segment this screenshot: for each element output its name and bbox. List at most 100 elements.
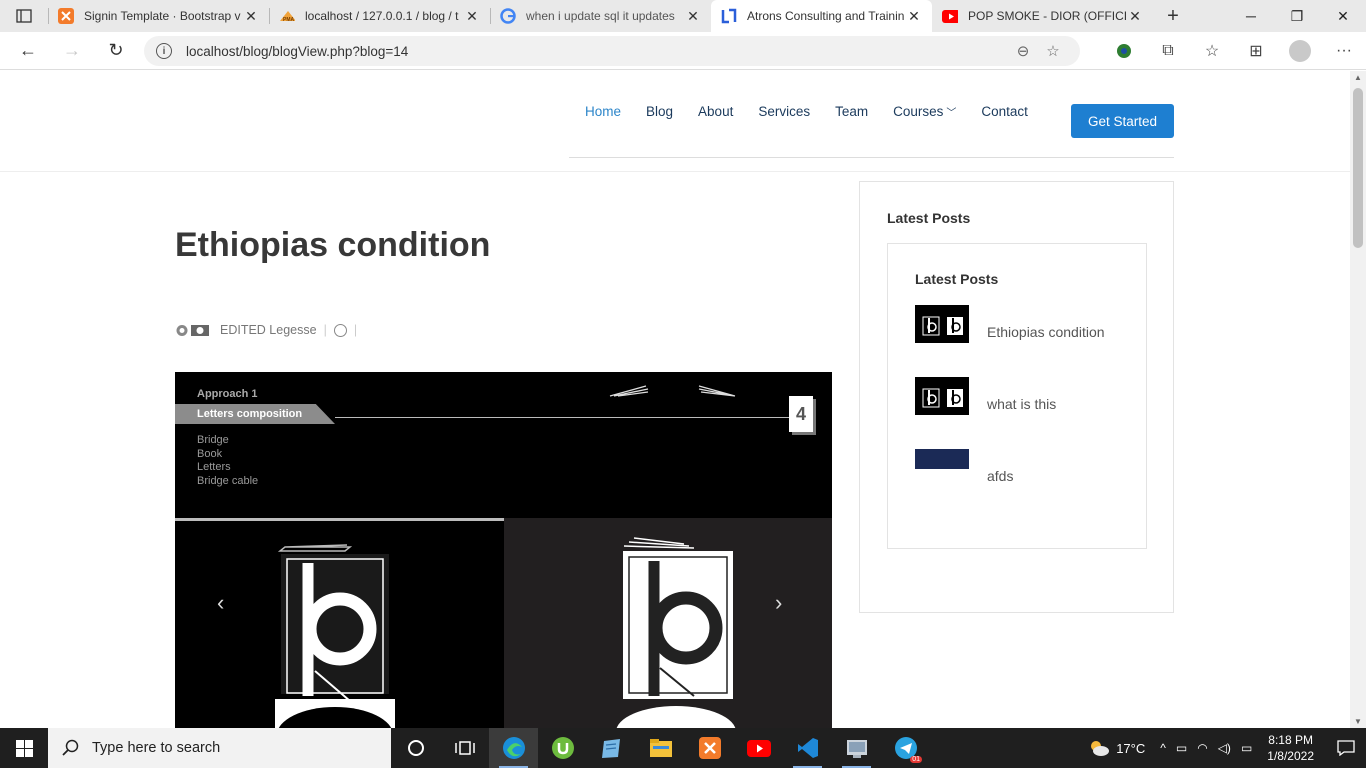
nav-courses[interactable]: Courses ﹀ — [893, 104, 956, 119]
tab-youtube[interactable]: POP SMOKE - DIOR (OFFICIA ✕ — [932, 0, 1153, 32]
utorrent-taskbar-icon[interactable] — [538, 728, 587, 768]
meet-now-icon[interactable]: ▭ — [1176, 741, 1187, 755]
favorites-icon[interactable]: ☆ — [1190, 41, 1234, 61]
xampp-taskbar-icon[interactable] — [685, 728, 734, 768]
tab-close-icon[interactable]: ✕ — [906, 8, 922, 25]
latest-posts-widget: Latest Posts Ethiopias condition what is… — [887, 243, 1147, 549]
widget-title: Latest Posts — [915, 271, 999, 287]
extensions-icon[interactable]: ⧉ — [1146, 42, 1190, 60]
extension-globe-icon[interactable] — [1102, 42, 1146, 60]
taskbar-search-box[interactable]: Type here to search — [48, 728, 391, 768]
tab-atrons-consulting[interactable]: Atrons Consulting and Trainin ✕ — [711, 0, 932, 32]
address-bar[interactable]: i localhost/blog/blogView.php?blog=14 ⊖ … — [144, 36, 1080, 66]
nav-services[interactable]: Services — [758, 104, 810, 119]
get-started-button[interactable]: Get Started — [1071, 104, 1174, 138]
scroll-up-icon[interactable]: ▲ — [1354, 73, 1362, 82]
svg-text:PMA: PMA — [283, 17, 295, 23]
tab-close-icon[interactable]: ✕ — [464, 8, 480, 25]
site-info-icon[interactable]: i — [156, 43, 172, 59]
phpmyadmin-icon: PMA — [279, 8, 295, 24]
hero-keyword: Letters — [197, 461, 231, 473]
cortana-icon[interactable] — [391, 728, 440, 768]
youtube-icon — [942, 8, 958, 24]
post-meta: EDITED Legesse | | — [176, 323, 364, 337]
hero-rule — [335, 417, 790, 418]
system-clock[interactable]: 8:18 PM 1/8/2022 — [1267, 732, 1314, 764]
latest-post-item[interactable]: Ethiopias condition — [915, 305, 1135, 343]
edge-taskbar-icon[interactable] — [489, 728, 538, 768]
hero-approach-label: Approach 1 — [197, 388, 258, 400]
refresh-button[interactable]: ↻ — [94, 32, 138, 70]
browser-tab-strip: Signin Template · Bootstrap v ✕ PMA loca… — [0, 0, 1366, 32]
latest-post-title[interactable]: afds — [987, 468, 1013, 484]
close-window-icon[interactable]: ✕ — [1320, 0, 1366, 32]
nav-contact[interactable]: Contact — [981, 104, 1028, 119]
file-explorer-taskbar-icon[interactable] — [636, 728, 685, 768]
latest-post-item[interactable]: what is this — [915, 377, 1135, 415]
collections-icon[interactable]: ⊞ — [1234, 41, 1278, 61]
more-menu-icon[interactable]: ··· — [1322, 42, 1366, 60]
wifi-icon[interactable]: ◠ — [1197, 741, 1207, 755]
xampp-icon — [58, 8, 74, 24]
latest-post-item[interactable]: afds — [915, 449, 1135, 487]
post-thumbnail — [915, 449, 969, 469]
page-scrollbar[interactable]: ▲ ▼ — [1350, 71, 1366, 728]
meta-divider: | — [353, 323, 358, 337]
volume-icon[interactable]: ◁) — [1218, 741, 1231, 755]
zoom-icon[interactable]: ⊖ — [1008, 42, 1038, 60]
telegram-taskbar-icon[interactable]: 01 — [881, 728, 930, 768]
hero-keyword: Bridge cable — [197, 474, 259, 487]
carousel-next-icon[interactable]: › — [775, 590, 782, 616]
battery-icon[interactable]: ▭ — [1241, 741, 1252, 755]
add-favorite-icon[interactable]: ☆ — [1038, 42, 1068, 60]
new-tab-button[interactable]: + — [1153, 0, 1193, 32]
tab-google-search[interactable]: when i update sql it updates ✕ — [490, 0, 711, 32]
tab-close-icon[interactable]: ✕ — [1127, 8, 1143, 25]
start-button[interactable] — [0, 728, 48, 768]
notification-center-icon[interactable] — [1326, 728, 1366, 768]
tab-title: POP SMOKE - DIOR (OFFICIA — [968, 9, 1127, 23]
tab-phpmyadmin[interactable]: PMA localhost / 127.0.0.1 / blog / t ✕ — [269, 0, 490, 32]
youtube-taskbar-icon[interactable] — [734, 728, 783, 768]
post-thumbnail — [915, 377, 969, 415]
hero-keyword: Bridge — [197, 434, 229, 446]
task-view-icon[interactable] — [440, 728, 489, 768]
weather-widget[interactable]: 17°C — [1088, 739, 1145, 757]
latest-post-title[interactable]: what is this — [987, 396, 1056, 412]
address-url[interactable]: localhost/blog/blogView.php?blog=14 — [186, 44, 1008, 59]
nav-blog[interactable]: Blog — [646, 104, 673, 119]
search-icon — [62, 739, 79, 756]
notes-app-taskbar-icon[interactable] — [587, 728, 636, 768]
telegram-badge: 01 — [910, 756, 922, 763]
minimize-icon[interactable]: ─ — [1228, 0, 1274, 32]
meta-divider: | — [323, 323, 327, 337]
logo-variant-grey — [504, 518, 832, 728]
carousel-prev-icon[interactable]: ‹ — [217, 590, 224, 616]
search-placeholder: Type here to search — [92, 740, 221, 756]
scroll-down-icon[interactable]: ▼ — [1354, 717, 1362, 726]
server-app-taskbar-icon[interactable] — [832, 728, 881, 768]
tab-close-icon[interactable]: ✕ — [685, 8, 701, 25]
bird-sketch-icon — [698, 385, 736, 397]
nav-home[interactable]: Home — [585, 104, 621, 119]
scrollbar-thumb[interactable] — [1353, 88, 1363, 248]
back-button[interactable]: ← — [6, 32, 50, 70]
bird-sketch-icon — [609, 385, 649, 397]
nav-about[interactable]: About — [698, 104, 733, 119]
bp-logo-white-icon — [275, 544, 395, 728]
hero-ribbon: Letters composition — [175, 404, 335, 424]
tab-close-icon[interactable]: ✕ — [243, 8, 259, 25]
forward-button[interactable]: → — [50, 32, 94, 70]
tab-signin-template[interactable]: Signin Template · Bootstrap v ✕ — [48, 0, 269, 32]
nav-team[interactable]: Team — [835, 104, 868, 119]
vscode-taskbar-icon[interactable] — [783, 728, 832, 768]
latest-post-title[interactable]: Ethiopias condition — [987, 324, 1105, 340]
restore-icon[interactable]: ❐ — [1274, 0, 1320, 32]
tab-actions-button[interactable] — [0, 0, 48, 32]
profile-avatar[interactable] — [1278, 40, 1322, 62]
chevron-up-icon[interactable]: ^ — [1160, 741, 1166, 755]
chevron-down-icon: ﹀ — [946, 108, 957, 119]
post-thumbnail — [915, 305, 969, 343]
hero-keyword: Book — [197, 447, 223, 460]
hero-keyword-list: Bridge Book Letters Bridge cable — [197, 434, 258, 488]
